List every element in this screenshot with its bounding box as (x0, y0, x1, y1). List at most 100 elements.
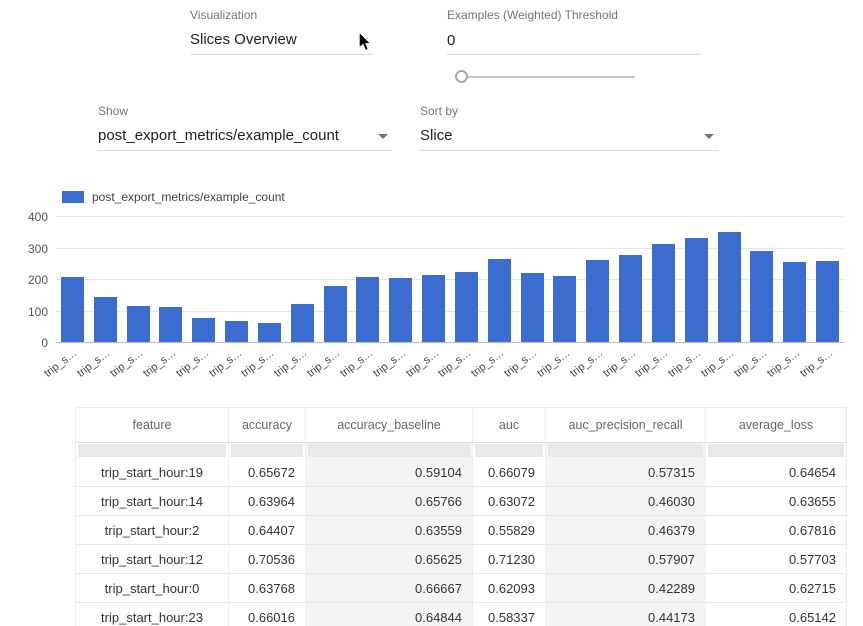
bar[interactable] (619, 255, 642, 342)
column-header-accuracy_baseline[interactable]: accuracy_baseline (306, 408, 473, 442)
metric-cell: 0.44173 (546, 603, 706, 626)
metric-cell: 0.70536 (229, 545, 306, 573)
column-filter-input[interactable] (475, 444, 543, 457)
dropdown-arrow-icon (704, 134, 714, 139)
metrics-table: featureaccuracyaccuracy_baselineaucauc_p… (75, 407, 847, 626)
bar[interactable] (61, 277, 84, 342)
show-value: post_export_metrics/example_count (98, 127, 339, 144)
metric-cell: 0.55829 (473, 516, 546, 544)
table-row[interactable]: trip_start_hour:20.644070.635590.558290.… (76, 516, 846, 545)
sort-by-label: Sort by (420, 104, 718, 119)
visualization-value: Slices Overview (190, 31, 297, 48)
filter-cell (76, 443, 229, 458)
metric-cell: 0.46030 (546, 487, 706, 515)
threshold-control: Examples (Weighted) Threshold (447, 8, 700, 55)
filter-cell (546, 443, 706, 458)
metric-cell: 0.66079 (473, 458, 546, 486)
bar[interactable] (192, 318, 215, 342)
bar[interactable] (652, 244, 675, 342)
show-control: Show post_export_metrics/example_count (98, 104, 392, 151)
metric-cell: 0.46379 (546, 516, 706, 544)
visualization-control: Visualization Slices Overview (190, 8, 372, 55)
visualization-select[interactable]: Slices Overview (190, 26, 372, 55)
filter-cell (473, 443, 546, 458)
bar[interactable] (324, 286, 347, 342)
bar[interactable] (488, 259, 511, 342)
metric-cell: 0.63072 (473, 487, 546, 515)
bar[interactable] (291, 304, 314, 342)
show-select[interactable]: post_export_metrics/example_count (98, 122, 392, 151)
metric-cell: 0.64844 (306, 603, 473, 626)
metric-cell: 0.57703 (706, 545, 846, 573)
feature-cell: trip_start_hour:14 (76, 487, 229, 515)
bar[interactable] (586, 260, 609, 342)
show-label: Show (98, 104, 392, 119)
threshold-slider[interactable] (455, 69, 635, 84)
bar[interactable] (127, 306, 150, 342)
bar[interactable] (159, 307, 182, 342)
bar[interactable] (685, 238, 708, 342)
bar[interactable] (718, 232, 741, 342)
slicing-metrics-page: Visualization Slices Overview Examples (… (0, 0, 863, 626)
sort-by-select[interactable]: Slice (420, 122, 718, 151)
metric-cell: 0.63559 (306, 516, 473, 544)
legend-label: post_export_metrics/example_count (92, 190, 285, 204)
y-axis-tick-label: 200 (2, 273, 48, 287)
bar[interactable] (225, 321, 248, 342)
table-filter-row (76, 443, 846, 458)
bar[interactable] (258, 323, 281, 342)
table-header-row: featureaccuracyaccuracy_baselineaucauc_p… (76, 408, 846, 443)
bar[interactable] (455, 272, 478, 342)
metric-cell: 0.66667 (306, 574, 473, 602)
gridline (56, 342, 844, 343)
table-row[interactable]: trip_start_hour:140.639640.657660.630720… (76, 487, 846, 516)
column-header-auc_precision_recall[interactable]: auc_precision_recall (546, 408, 706, 442)
column-filter-input[interactable] (548, 444, 703, 457)
mouse-cursor-icon (357, 31, 373, 53)
threshold-input[interactable] (447, 26, 700, 55)
bar[interactable] (816, 261, 839, 342)
feature-cell: trip_start_hour:19 (76, 458, 229, 486)
visualization-label: Visualization (190, 8, 372, 23)
metric-cell: 0.59104 (306, 458, 473, 486)
bar[interactable] (94, 297, 117, 342)
metric-cell: 0.62093 (473, 574, 546, 602)
dropdown-arrow-icon (378, 134, 388, 139)
column-filter-input[interactable] (708, 444, 844, 457)
metric-cell: 0.67816 (706, 516, 846, 544)
column-filter-input[interactable] (78, 444, 226, 457)
filter-cell (306, 443, 473, 458)
table-row[interactable]: trip_start_hour:190.656720.591040.660790… (76, 458, 846, 487)
metric-cell: 0.65766 (306, 487, 473, 515)
gridline (56, 216, 844, 217)
bar[interactable] (521, 273, 544, 342)
metric-cell: 0.62715 (706, 574, 846, 602)
column-header-auc[interactable]: auc (473, 408, 546, 442)
metric-cell: 0.66016 (229, 603, 306, 626)
sort-by-value: Slice (420, 127, 453, 144)
chart-legend: post_export_metrics/example_count (62, 190, 285, 204)
bar[interactable] (553, 276, 576, 342)
metric-cell: 0.64407 (229, 516, 306, 544)
column-header-feature[interactable]: feature (76, 408, 229, 442)
table-row[interactable]: trip_start_hour:230.660160.648440.583370… (76, 603, 846, 626)
legend-swatch (62, 191, 84, 203)
column-header-accuracy[interactable]: accuracy (229, 408, 306, 442)
bar[interactable] (422, 275, 445, 342)
feature-cell: trip_start_hour:23 (76, 603, 229, 626)
bar[interactable] (783, 262, 806, 342)
filter-cell (229, 443, 306, 458)
metric-cell: 0.65142 (706, 603, 846, 626)
table-row[interactable]: trip_start_hour:120.705360.656250.712300… (76, 545, 846, 574)
column-filter-input[interactable] (231, 444, 303, 457)
metric-cell: 0.63655 (706, 487, 846, 515)
table-row[interactable]: trip_start_hour:00.637680.666670.620930.… (76, 574, 846, 603)
bar[interactable] (750, 251, 773, 342)
column-header-average_loss[interactable]: average_loss (706, 408, 846, 442)
metric-cell: 0.57315 (546, 458, 706, 486)
slider-knob-icon[interactable] (455, 70, 468, 83)
y-axis-tick-label: 100 (2, 305, 48, 319)
bar[interactable] (356, 277, 379, 342)
column-filter-input[interactable] (308, 444, 470, 457)
bar[interactable] (389, 278, 412, 342)
